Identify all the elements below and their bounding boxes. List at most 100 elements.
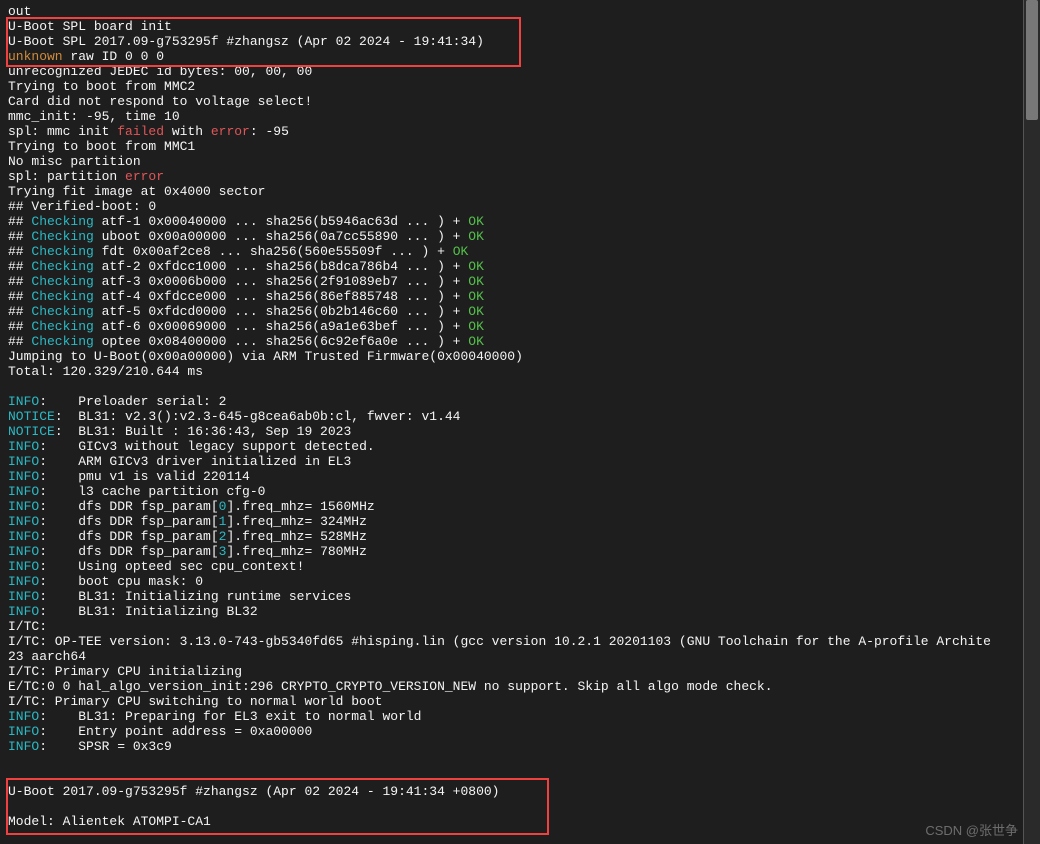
- terminal-text-segment: OK: [468, 214, 484, 229]
- terminal-text-segment: : SPSR = 0x3c9: [39, 739, 172, 754]
- terminal-text-segment: atf-6 0x00069000 ... sha256(a9a1e63bef .…: [94, 319, 468, 334]
- terminal-line: NOTICE: BL31: Built : 16:36:43, Sep 19 2…: [8, 424, 1015, 439]
- terminal-line: INFO: BL31: Initializing runtime service…: [8, 589, 1015, 604]
- terminal-text-segment: atf-1 0x00040000 ... sha256(b5946ac63d .…: [94, 214, 468, 229]
- terminal-line: Jumping to U-Boot(0x00a00000) via ARM Tr…: [8, 349, 1015, 364]
- terminal-text-segment: INFO: [8, 529, 39, 544]
- terminal-text-segment: Checking: [31, 304, 93, 319]
- terminal-line: spl: mmc init failed with error: -95: [8, 124, 1015, 139]
- terminal-text-segment: ##: [8, 304, 31, 319]
- terminal-line: INFO: Entry point address = 0xa00000: [8, 724, 1015, 739]
- terminal-line: ## Checking fdt 0x00af2ce8 ... sha256(56…: [8, 244, 1015, 259]
- terminal-line: I/TC: Primary CPU switching to normal wo…: [8, 694, 1015, 709]
- terminal-line: I/TC:: [8, 619, 1015, 634]
- terminal-text-segment: ##: [8, 229, 31, 244]
- terminal-text-segment: ##: [8, 259, 31, 274]
- terminal-line: ## Checking atf-1 0x00040000 ... sha256(…: [8, 214, 1015, 229]
- terminal-line: INFO: BL31: Initializing BL32: [8, 604, 1015, 619]
- terminal-text-segment: OK: [468, 289, 484, 304]
- terminal-text-segment: NOTICE: [8, 409, 55, 424]
- terminal-line: Total: 120.329/210.644 ms: [8, 364, 1015, 379]
- terminal-line: NOTICE: BL31: v2.3():v2.3-645-g8cea6ab0b…: [8, 409, 1015, 424]
- vertical-scrollbar[interactable]: [1024, 0, 1040, 844]
- terminal-text-segment: ##: [8, 289, 31, 304]
- terminal-text-segment: INFO: [8, 544, 39, 559]
- terminal-text-segment: INFO: [8, 589, 39, 604]
- terminal-text-segment: ].freq_mhz= 324MHz: [226, 514, 366, 529]
- terminal-text-segment: 23 aarch64: [8, 649, 86, 664]
- terminal-text-segment: unrecognized JEDEC id bytes: 00, 00, 00: [8, 64, 312, 79]
- terminal-text-segment: I/TC:: [8, 619, 47, 634]
- terminal-line: INFO: ARM GICv3 driver initialized in EL…: [8, 454, 1015, 469]
- terminal-line: I/TC: Primary CPU initializing: [8, 664, 1015, 679]
- terminal-text-segment: E/TC:0 0 hal_algo_version_init:296 CRYPT…: [8, 679, 773, 694]
- terminal-line: [8, 379, 1015, 394]
- terminal-line: mmc_init: -95, time 10: [8, 109, 1015, 124]
- terminal-text-segment: ## Verified-boot: 0: [8, 199, 156, 214]
- terminal-line: U-Boot SPL 2017.09-g753295f #zhangsz (Ap…: [8, 34, 1015, 49]
- terminal-text-segment: Checking: [31, 229, 93, 244]
- terminal-text-segment: error: [211, 124, 250, 139]
- terminal-line: INFO: l3 cache partition cfg-0: [8, 484, 1015, 499]
- terminal-text-segment: I/TC: Primary CPU switching to normal wo…: [8, 694, 382, 709]
- scrollbar-thumb[interactable]: [1026, 0, 1038, 120]
- terminal-line: INFO: Preloader serial: 2: [8, 394, 1015, 409]
- terminal-line: 23 aarch64: [8, 649, 1015, 664]
- terminal-line: INFO: dfs DDR fsp_param[3].freq_mhz= 780…: [8, 544, 1015, 559]
- terminal-text-segment: Checking: [31, 319, 93, 334]
- terminal-line: ## Checking uboot 0x00a00000 ... sha256(…: [8, 229, 1015, 244]
- terminal-line: ## Verified-boot: 0: [8, 199, 1015, 214]
- terminal-text-segment: : Entry point address = 0xa00000: [39, 724, 312, 739]
- terminal-text-segment: mmc_init: -95, time 10: [8, 109, 180, 124]
- terminal-text-segment: : dfs DDR fsp_param[: [39, 514, 218, 529]
- terminal-text-segment: OK: [468, 334, 484, 349]
- terminal-text-segment: OK: [468, 229, 484, 244]
- terminal-text-segment: : dfs DDR fsp_param[: [39, 499, 218, 514]
- terminal-text-segment: : BL31: Preparing for EL3 exit to normal…: [39, 709, 421, 724]
- terminal-text-segment: ##: [8, 319, 31, 334]
- terminal-text-segment: optee 0x08400000 ... sha256(6c92ef6a0e .…: [94, 334, 468, 349]
- terminal-text-segment: fdt 0x00af2ce8 ... sha256(560e55509f ...…: [94, 244, 453, 259]
- terminal-text-segment: : dfs DDR fsp_param[: [39, 529, 218, 544]
- terminal-text-segment: Checking: [31, 244, 93, 259]
- terminal-text-segment: Trying to boot from MMC2: [8, 79, 195, 94]
- terminal-line: Model: Alientek ATOMPI-CA1: [8, 814, 1015, 829]
- terminal-output[interactable]: outU-Boot SPL board initU-Boot SPL 2017.…: [0, 0, 1024, 844]
- terminal-line: No misc partition: [8, 154, 1015, 169]
- terminal-text-segment: U-Boot 2017.09-g753295f #zhangsz (Apr 02…: [8, 784, 499, 799]
- terminal-text-segment: : BL31: Built : 16:36:43, Sep 19 2023: [55, 424, 351, 439]
- terminal-line: Trying to boot from MMC2: [8, 79, 1015, 94]
- terminal-line: INFO: Using opteed sec cpu_context!: [8, 559, 1015, 574]
- terminal-text-segment: : l3 cache partition cfg-0: [39, 484, 265, 499]
- terminal-line: INFO: pmu v1 is valid 220114: [8, 469, 1015, 484]
- terminal-text-segment: INFO: [8, 709, 39, 724]
- terminal-text-segment: I/TC: OP-TEE version: 3.13.0-743-gb5340f…: [8, 634, 991, 649]
- terminal-text-segment: Checking: [31, 214, 93, 229]
- terminal-text-segment: INFO: [8, 439, 39, 454]
- terminal-line: ## Checking atf-6 0x00069000 ... sha256(…: [8, 319, 1015, 334]
- terminal-line: INFO: boot cpu mask: 0: [8, 574, 1015, 589]
- terminal-text-segment: INFO: [8, 469, 39, 484]
- terminal-text-segment: INFO: [8, 604, 39, 619]
- terminal-line: INFO: dfs DDR fsp_param[0].freq_mhz= 156…: [8, 499, 1015, 514]
- terminal-text-segment: ].freq_mhz= 528MHz: [226, 529, 366, 544]
- terminal-text-segment: INFO: [8, 454, 39, 469]
- terminal-line: ## Checking atf-5 0xfdcd0000 ... sha256(…: [8, 304, 1015, 319]
- terminal-text-segment: : ARM GICv3 driver initialized in EL3: [39, 454, 351, 469]
- terminal-text-segment: INFO: [8, 739, 39, 754]
- terminal-line: ## Checking atf-4 0xfdcce000 ... sha256(…: [8, 289, 1015, 304]
- terminal-text-segment: : dfs DDR fsp_param[: [39, 544, 218, 559]
- terminal-line: Trying fit image at 0x4000 sector: [8, 184, 1015, 199]
- terminal-line: [8, 754, 1015, 769]
- terminal-text-segment: spl: mmc init: [8, 124, 117, 139]
- terminal-text-segment: unknown: [8, 49, 63, 64]
- terminal-line: unknown raw ID 0 0 0: [8, 49, 1015, 64]
- terminal-text-segment: U-Boot SPL board init: [8, 19, 172, 34]
- terminal-text-segment: INFO: [8, 514, 39, 529]
- terminal-text-segment: ##: [8, 334, 31, 349]
- terminal-text-segment: : GICv3 without legacy support detected.: [39, 439, 374, 454]
- terminal-text-segment: atf-3 0x0006b000 ... sha256(2f91089eb7 .…: [94, 274, 468, 289]
- terminal-text-segment: OK: [468, 274, 484, 289]
- terminal-text-segment: Total: 120.329/210.644 ms: [8, 364, 203, 379]
- terminal-text-segment: Trying fit image at 0x4000 sector: [8, 184, 265, 199]
